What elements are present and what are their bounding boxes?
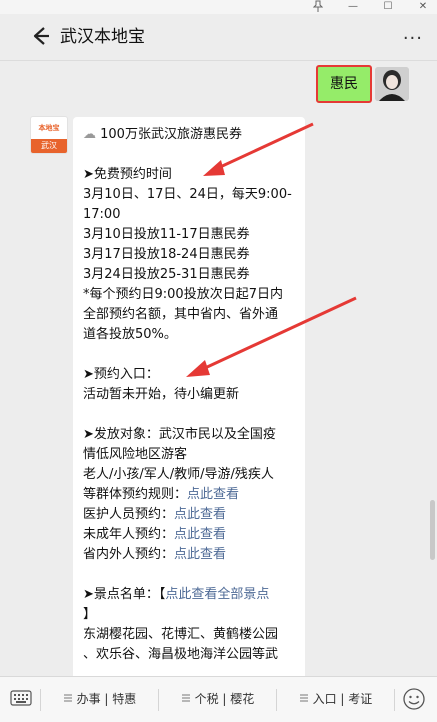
menu-lines-icon: [63, 694, 72, 702]
message-line: [83, 405, 299, 425]
message-line: 3月10日投放11-17日惠民券: [83, 225, 299, 245]
message-line: ➤免费预约时间: [83, 165, 299, 185]
menu-item-1[interactable]: 办事 | 特惠: [41, 677, 158, 722]
menu-item-2-label: 个税 | 樱花: [194, 692, 255, 706]
arrow-bullet-icon: ➤: [83, 367, 94, 382]
message-line: 未成年人预约：点此查看: [83, 525, 299, 545]
sender-avatar[interactable]: 本地宝 武汉: [30, 116, 68, 154]
message-line: 3月10日、17日、24日，每天9:00-: [83, 185, 299, 205]
message-line-text: 未成年人预约：: [83, 527, 175, 542]
message-line: 东湖樱花园、花博汇、黄鹤楼公园: [83, 625, 299, 645]
menu-item-1-label: 办事 | 特惠: [76, 692, 137, 706]
message-line-text: 东湖樱花园、花博汇、黄鹤楼公园: [83, 627, 279, 642]
back-arrow-icon[interactable]: [30, 24, 50, 48]
message-line: ➤预约入口：: [83, 365, 299, 385]
message-line: 等群体预约规则：点此查看: [83, 485, 299, 505]
message-line: 、欢乐谷、海昌极地海洋公园等武: [83, 645, 299, 665]
message-line: ☁ 100万张武汉旅游惠民券: [83, 125, 299, 145]
menu-lines-icon: [299, 694, 308, 702]
menu-divider: [394, 689, 395, 711]
message-line: 17:00: [83, 205, 299, 225]
message-line: 3月24日投放25-31日惠民券: [83, 265, 299, 285]
message-bubble[interactable]: ☁ 100万张武汉旅游惠民券 ➤免费预约时间 3月10日、17日、24日，每天9:0…: [73, 117, 305, 676]
message-line: ➤景点名单：【点此查看全部景点: [83, 585, 299, 605]
message-line-text: 预约入口：: [93, 367, 159, 382]
view-link[interactable]: 点此查看: [174, 547, 226, 562]
menu-item-2[interactable]: 个税 | 樱花: [159, 677, 276, 722]
chat-header: 武汉本地宝 ···: [0, 14, 437, 61]
cloud-icon: ☁: [83, 127, 96, 142]
message-line-text: 景点名单：【: [93, 587, 166, 602]
scrollbar[interactable]: [430, 500, 435, 560]
message-line: [83, 145, 299, 165]
message-line-text: 免费预约时间: [93, 167, 172, 182]
arrow-bullet-icon: ➤: [83, 587, 94, 602]
message-line-text: 全部预约名额，其中省内、省外通: [83, 307, 279, 322]
message-line-text: 17:00: [83, 207, 121, 222]
message-line: 道各投放50%。: [83, 325, 299, 345]
message-line: 情低风险地区游客: [83, 445, 299, 465]
message-line-text: 发放对象：武汉市民以及全国疫: [93, 427, 276, 442]
message-line-text: 】: [83, 607, 97, 622]
message-line-text: 道各投放50%。: [83, 327, 177, 342]
message-line-text: 等群体预约规则：: [83, 487, 188, 502]
message-line: 3月17日投放18-24日惠民券: [83, 245, 299, 265]
menu-item-3-label: 入口 | 考证: [312, 692, 373, 706]
menu-lines-icon: [181, 694, 190, 702]
view-link[interactable]: 点此查看: [174, 507, 226, 522]
pin-icon[interactable]: [305, 0, 331, 14]
view-link[interactable]: 点此查看: [174, 527, 226, 542]
sender-avatar-logo: 本地宝: [38, 124, 60, 132]
message-line: 老人/小孩/军人/教师/导游/残疾人: [83, 465, 299, 485]
message-line-text: 3月10日、17日、24日，每天9:00-: [83, 187, 292, 202]
menu-item-3[interactable]: 入口 | 考证: [277, 677, 394, 722]
chat-area[interactable]: 惠民 本地宝 武汉 ☁ 100万张武汉旅游惠民券 ➤免费预约时间 3月10日、17日…: [0, 61, 437, 676]
message-line-text: 省内外人预约：: [83, 547, 175, 562]
message-line: *每个预约日9:00投放次日起7日内: [83, 285, 299, 305]
my-message-bubble[interactable]: 惠民: [316, 65, 372, 103]
message-line: ➤发放对象：武汉市民以及全国疫: [83, 425, 299, 445]
view-link[interactable]: 点此查看全部景点: [165, 587, 269, 602]
minimize-button[interactable]: —: [340, 0, 366, 14]
message-text: ☁ 100万张武汉旅游惠民券 ➤免费预约时间 3月10日、17日、24日，每天9:0…: [83, 125, 299, 665]
message-line-text: 100万张武汉旅游惠民券: [96, 127, 242, 142]
message-line-text: 3月17日投放18-24日惠民券: [83, 247, 250, 262]
window-titlebar: — ☐ ✕: [0, 0, 437, 14]
message-line: 】: [83, 605, 299, 625]
message-line-text: *每个预约日9:00投放次日起7日内: [83, 287, 283, 302]
smile-icon[interactable]: [402, 687, 426, 711]
chat-title: 武汉本地宝: [60, 27, 145, 47]
message-line-text: 3月10日投放11-17日惠民券: [83, 227, 250, 242]
arrow-bullet-icon: ➤: [83, 167, 94, 182]
message-line-text: 3月24日投放25-31日惠民券: [83, 267, 250, 282]
message-line-text: 老人/小孩/军人/教师/导游/残疾人: [83, 467, 274, 482]
message-line-text: 、欢乐谷、海昌极地海洋公园等武: [83, 647, 279, 662]
maximize-button[interactable]: ☐: [375, 0, 401, 14]
sender-avatar-city: 武汉: [31, 139, 67, 153]
bottom-menu: 办事 | 特惠 个税 | 樱花 入口 | 考证: [0, 676, 437, 722]
message-line: 省内外人预约：点此查看: [83, 545, 299, 565]
keyboard-icon[interactable]: [10, 687, 32, 709]
message-line: 全部预约名额，其中省内、省外通: [83, 305, 299, 325]
close-button[interactable]: ✕: [410, 0, 436, 14]
arrow-bullet-icon: ➤: [83, 427, 94, 442]
message-line: 医护人员预约：点此查看: [83, 505, 299, 525]
message-line-text: 活动暂未开始，待小编更新: [83, 387, 240, 402]
message-line-text: 情低风险地区游客: [83, 447, 188, 462]
message-line: [83, 565, 299, 585]
message-line: [83, 345, 299, 365]
view-link[interactable]: 点此查看: [187, 487, 239, 502]
more-icon[interactable]: ···: [403, 28, 423, 49]
my-avatar[interactable]: [375, 67, 409, 101]
message-line: 活动暂未开始，待小编更新: [83, 385, 299, 405]
message-line-text: 医护人员预约：: [83, 507, 175, 522]
